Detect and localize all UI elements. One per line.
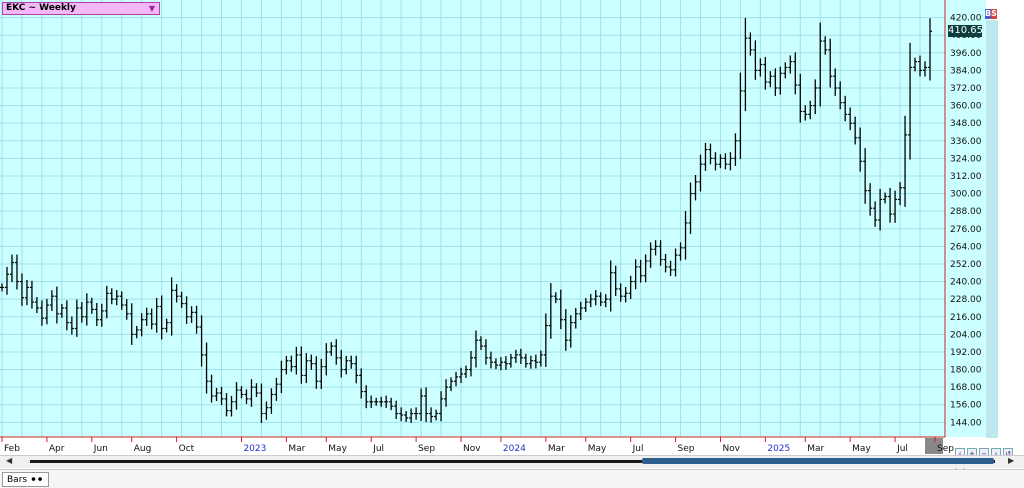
time-tick-label: Sep [937,444,954,454]
time-tick-label: 2024 [503,444,526,454]
price-tick-label: 156.00 [950,401,982,411]
price-tick-label: 288.00 [950,207,982,217]
price-tick-label: 300.00 [950,190,982,200]
price-tick-label: 144.00 [950,418,982,428]
time-tick-label: Nov [463,444,481,454]
right-side-strip [986,20,998,438]
bars-tab-label: Bars [7,475,28,485]
price-tick-label: 384.00 [950,66,982,76]
time-tick-label: Jun [93,444,108,454]
time-tick-label: Mar [548,444,565,454]
time-tick-label: Jul [372,444,384,454]
price-tick-label: 180.00 [950,366,982,376]
time-tick-label: Aug [134,444,152,454]
price-tick-label: 360.00 [950,102,982,112]
price-tick-label: 228.00 [950,295,982,305]
chart-corner-icons[interactable]: BS [985,9,997,19]
time-tick-label: Oct [179,444,195,454]
price-tick-label: 372.00 [950,84,982,94]
time-tick-label: 2023 [243,444,266,454]
price-tick-label: 420.00 [950,14,982,24]
time-tick-label: May [588,444,607,454]
price-tick-label: 168.00 [950,383,982,393]
time-tick-label: 2025 [767,444,790,454]
navigation-buttons: ‹+−›↺□ [955,441,1024,477]
time-tick-label: May [852,444,871,454]
time-tick-label: Mar [807,444,824,454]
price-tick-label: 264.00 [950,242,982,252]
price-tick-label: 336.00 [950,137,982,147]
scroll-right-arrow-icon[interactable]: ▶ [1008,456,1014,465]
price-tick-label: 348.00 [950,119,982,129]
time-tick-label: Sep [678,444,695,454]
price-tick-label: 240.00 [950,278,982,288]
symbol-label: EKC ~ Weekly [6,3,76,13]
price-tick-label: 216.00 [950,313,982,323]
last-price-tag: 410.65 [948,25,983,38]
time-tick-label: Jul [632,444,644,454]
price-tick-label: 204.00 [950,330,982,340]
price-tick-label: 276.00 [950,225,982,235]
scroll-left-arrow-icon[interactable]: ◀ [6,456,12,465]
horizontal-scrollbar[interactable]: ◀ ▶ [0,455,1024,468]
dropdown-arrow-icon[interactable]: ▼ [149,3,155,14]
price-tick-label: 324.00 [950,154,982,164]
status-bar: Bars ⚫⚫ [0,469,1024,488]
price-chart: 144.00 156.00 168.00 180.00 192.00 204.00 216.… [0,0,986,454]
time-tick-label: May [328,444,347,454]
time-tick-label: Mar [288,444,305,454]
sell-icon[interactable]: S [991,9,997,19]
bars-tab[interactable]: Bars ⚫⚫ [2,472,49,487]
time-tick-label: Sep [418,444,435,454]
symbol-selector[interactable]: EKC ~ Weekly ▼ [2,2,160,15]
price-tick-label: 252.00 [950,260,982,270]
time-tick-label: Jul [896,444,908,454]
price-tick-label: 312.00 [950,172,982,182]
price-tick-label: 192.00 [950,348,982,358]
scroll-thumb[interactable] [642,458,994,464]
time-tick-label: Feb [4,444,20,454]
price-tick-label: 396.00 [950,49,982,59]
link-icon[interactable]: ⚫⚫ [30,475,43,484]
time-tick-label: Apr [49,444,65,454]
time-tick-label: Nov [722,444,740,454]
